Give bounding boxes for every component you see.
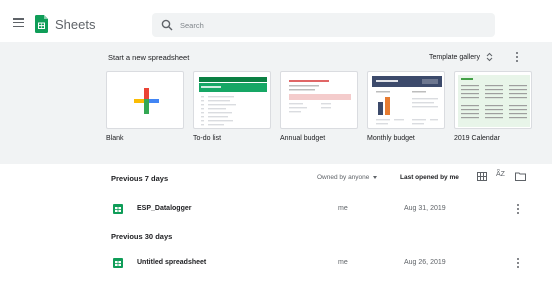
file-date: Aug 31, 2019 [404, 205, 446, 212]
template-card-blank[interactable] [106, 71, 184, 129]
grid-view-icon[interactable] [477, 172, 487, 181]
calendar-thumbnail [458, 75, 530, 127]
template-gallery-label: Template gallery [429, 53, 480, 61]
file-row[interactable]: ESP_Datalogger me Aug 31, 2019 [0, 199, 552, 219]
search-icon[interactable] [161, 19, 173, 31]
annual-budget-thumbnail [289, 80, 351, 113]
search-bar[interactable] [152, 13, 495, 37]
todo-list-thumbnail [199, 77, 267, 126]
unfold-icon [486, 52, 493, 62]
sort-az-icon[interactable]: A͆Z [496, 171, 505, 178]
template-label-monthly-budget: Monthly budget [367, 135, 415, 142]
template-label-blank: Blank [106, 135, 124, 142]
template-section-heading: Start a new spreadsheet [108, 53, 190, 62]
template-card-todo-list[interactable] [193, 71, 271, 129]
folder-icon[interactable] [515, 172, 526, 181]
plus-icon [134, 88, 159, 114]
sheets-file-icon [113, 258, 123, 268]
template-label-todo-list: To-do list [193, 135, 222, 142]
owner-filter-label: Owned by anyone [317, 174, 370, 181]
monthly-budget-thumbnail [372, 76, 442, 125]
dropdown-arrow-icon [373, 176, 378, 179]
menu-icon[interactable] [13, 18, 24, 27]
more-options-icon[interactable] [514, 257, 522, 269]
file-row[interactable]: Untitled spreadsheet me Aug 26, 2019 [0, 253, 552, 273]
sort-by-button[interactable]: Last opened by me [400, 174, 459, 181]
file-owner: me [338, 259, 348, 266]
owner-filter-dropdown[interactable]: Owned by anyone [317, 174, 378, 181]
section-title-previous-7-days: Previous 7 days [111, 174, 169, 183]
sheets-file-icon [113, 204, 123, 214]
template-gallery-button[interactable]: Template gallery [429, 52, 493, 62]
more-options-icon[interactable] [513, 51, 521, 63]
section-title-previous-30-days: Previous 30 days [111, 232, 173, 241]
template-card-monthly-budget[interactable] [367, 71, 445, 129]
sheets-logo-icon[interactable] [35, 15, 48, 33]
template-card-annual-budget[interactable] [280, 71, 358, 129]
file-owner: me [338, 205, 348, 212]
search-input[interactable] [180, 13, 480, 37]
app-title[interactable]: Sheets [55, 17, 95, 32]
template-card-2019-calendar[interactable] [454, 71, 532, 129]
file-name: ESP_Datalogger [137, 205, 192, 212]
template-label-annual-budget: Annual budget [280, 135, 326, 142]
template-section: Start a new spreadsheet Template gallery… [0, 42, 552, 164]
more-options-icon[interactable] [514, 203, 522, 215]
template-label-2019-calendar: 2019 Calendar [454, 135, 500, 142]
file-date: Aug 26, 2019 [404, 259, 446, 266]
file-name: Untitled spreadsheet [137, 259, 207, 266]
